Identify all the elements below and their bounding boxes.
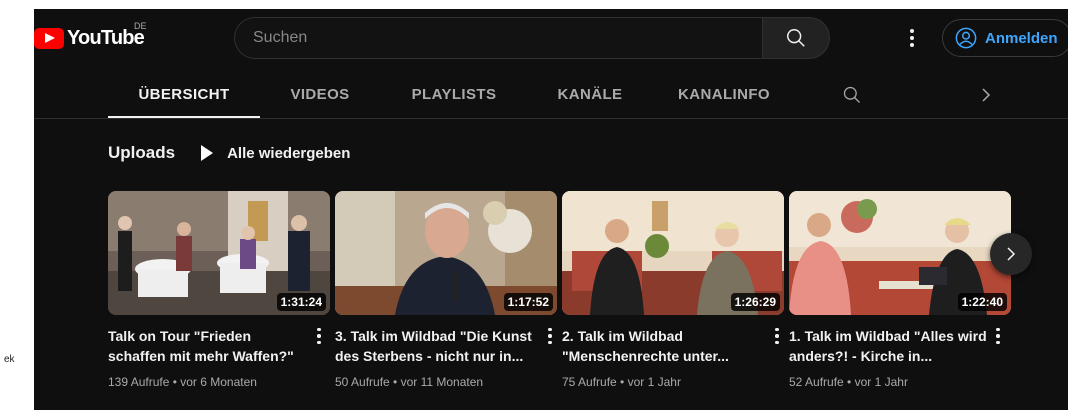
channel-tabs: ÜBERSICHT VIDEOS PLAYLISTS KANÄLE KANALI… [108, 69, 796, 119]
more-dot-icon [996, 340, 1000, 345]
more-dot-icon [775, 334, 779, 338]
tab-playlists[interactable]: PLAYLISTS [380, 69, 528, 119]
video-meta: 50 Aufrufe • vor 11 Monaten [335, 375, 484, 389]
logo-wordmark: YouTube [67, 27, 145, 49]
more-dot-icon [548, 334, 552, 338]
video-meta: 75 Aufrufe • vor 1 Jahr [562, 375, 681, 389]
video-thumbnail[interactable]: 1:26:29 [562, 191, 784, 315]
video-card[interactable]: 1:17:52 3. Talk im Wildbad "Die Kunst de… [335, 191, 557, 389]
more-dot-icon [996, 327, 1000, 332]
video-duration: 1:26:29 [730, 293, 780, 311]
video-thumbnail[interactable]: 1:31:24 [108, 191, 330, 315]
video-card[interactable]: 1:31:24 Talk on Tour "Frieden schaffen m… [108, 191, 330, 389]
shelf-next-button[interactable] [990, 233, 1032, 275]
search-button[interactable] [762, 17, 830, 59]
video-menu-button[interactable] [314, 326, 324, 346]
chevron-right-icon [1007, 247, 1016, 261]
youtube-channel-page: YouTube DE Suchen Anmelden ÜBERSICHT VID… [34, 9, 1068, 410]
youtube-logo[interactable]: YouTube DE [34, 21, 147, 50]
video-thumbnail[interactable]: 1:17:52 [335, 191, 557, 315]
more-dot-icon [317, 327, 321, 332]
play-all-label: Alle wiedergeben [227, 144, 351, 162]
signin-label: Anmelden [985, 29, 1058, 47]
tabs-chevron-right-icon[interactable] [978, 86, 994, 104]
channel-search-icon[interactable] [842, 85, 862, 105]
video-menu-button[interactable] [772, 326, 782, 346]
video-meta: 52 Aufrufe • vor 1 Jahr [789, 375, 908, 389]
video-title[interactable]: 2. Talk im Wildbad "Menschenrechte unter… [562, 326, 766, 366]
video-duration: 1:31:24 [276, 293, 326, 311]
more-dot-icon [548, 327, 552, 332]
video-thumbnail[interactable]: 1:22:40 [789, 191, 1011, 315]
more-dot-icon [317, 340, 321, 345]
country-code: DE [134, 21, 147, 31]
more-dot-icon [996, 334, 1000, 338]
tabs-divider [34, 118, 1068, 119]
tab-uebersicht[interactable]: ÜBERSICHT [108, 69, 260, 119]
settings-menu-button[interactable] [902, 27, 922, 49]
signin-button[interactable]: Anmelden [942, 19, 1068, 57]
more-dot-icon [548, 340, 552, 345]
video-meta: 139 Aufrufe • vor 6 Monaten [108, 375, 257, 389]
video-title[interactable]: Talk on Tour "Frieden schaffen mit mehr … [108, 326, 312, 366]
more-dot-icon [775, 340, 779, 345]
play-all-button[interactable]: Alle wiedergeben [201, 145, 350, 162]
tab-videos[interactable]: VIDEOS [260, 69, 380, 119]
edge-text-fragment: ek [4, 354, 15, 365]
shelf-title[interactable]: Uploads [108, 143, 175, 163]
more-dot-icon [317, 334, 321, 338]
youtube-play-icon [34, 28, 64, 49]
search-bar: Suchen [234, 17, 830, 59]
play-icon [201, 145, 214, 161]
tab-kanalinfo[interactable]: KANALINFO [652, 69, 796, 119]
more-dot-icon [910, 36, 914, 40]
video-card[interactable]: 1:22:40 1. Talk im Wildbad "Alles wird a… [789, 191, 1011, 389]
search-input[interactable]: Suchen [234, 17, 762, 59]
account-icon [955, 27, 977, 49]
more-dot-icon [910, 29, 914, 33]
more-dot-icon [910, 43, 914, 47]
video-duration: 1:17:52 [503, 293, 553, 311]
video-menu-button[interactable] [993, 326, 1003, 346]
more-dot-icon [775, 327, 779, 332]
video-duration: 1:22:40 [957, 293, 1007, 311]
search-icon [787, 29, 805, 47]
video-card[interactable]: 1:26:29 2. Talk im Wildbad "Menschenrech… [562, 191, 784, 389]
video-menu-button[interactable] [545, 326, 555, 346]
video-title[interactable]: 1. Talk im Wildbad "Alles wird anders?! … [789, 326, 993, 366]
tab-kanaele[interactable]: KANÄLE [528, 69, 652, 119]
uploads-shelf-header: Uploads Alle wiedergeben [108, 143, 350, 163]
video-title[interactable]: 3. Talk im Wildbad "Die Kunst des Sterbe… [335, 326, 539, 366]
